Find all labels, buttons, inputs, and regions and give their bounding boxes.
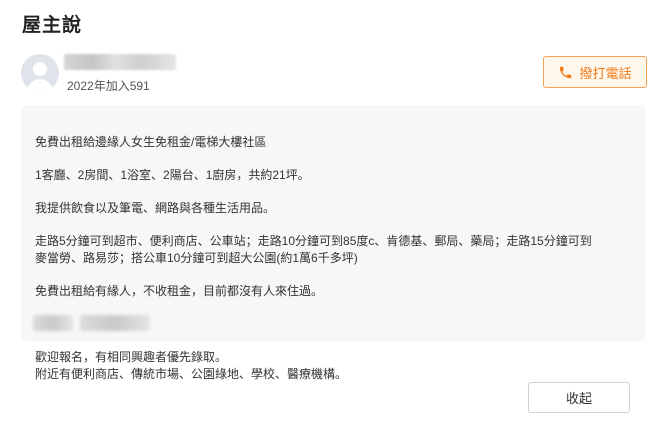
avatar-body-shape <box>27 79 53 92</box>
description-line: 走路5分鐘可到超市、便利商店、公車站；走路10分鐘可到85度c、肯德基、郵局、藥… <box>35 234 592 248</box>
owner-joined-date: 2022年加入591 <box>67 79 150 93</box>
description-line: 我提供飲食以及筆電、網路與各種生活用品。 <box>35 201 276 215</box>
description-line: 免費出租給有緣人，不收租金，目前都沒有人來住過。 <box>35 284 324 298</box>
description-line: 免費出租給邊緣人女生免租金/電梯大樓社區 <box>35 135 267 149</box>
description-line: 麥當勞、路易莎；搭公車10分鐘可到超大公園(約1萬6千多坪) <box>35 251 358 265</box>
collapse-button[interactable]: 收起 <box>528 382 630 413</box>
description-line: 1客廳、2房間、1浴室、2陽台、1廚房，共約21坪。 <box>35 168 310 182</box>
avatar <box>21 54 59 92</box>
call-button-label: 撥打電話 <box>579 65 632 81</box>
redacted-text <box>80 315 150 331</box>
avatar-head-shape <box>33 62 47 76</box>
section-title: 屋主說 <box>22 15 83 36</box>
owner-note: 歡迎報名，有相同興趣者優先錄取。 附近有便利商店、傳統市場、公園綠地、學校、醫療… <box>35 349 347 383</box>
owner-note-line: 附近有便利商店、傳統市場、公園綠地、學校、醫療機構。 <box>35 367 348 381</box>
call-button[interactable]: 撥打電話 <box>543 56 647 88</box>
redacted-text <box>33 315 73 331</box>
owner-name-redacted <box>64 54 176 70</box>
phone-icon <box>560 66 572 78</box>
owner-note-line: 歡迎報名，有相同興趣者優先錄取。 <box>35 350 228 364</box>
